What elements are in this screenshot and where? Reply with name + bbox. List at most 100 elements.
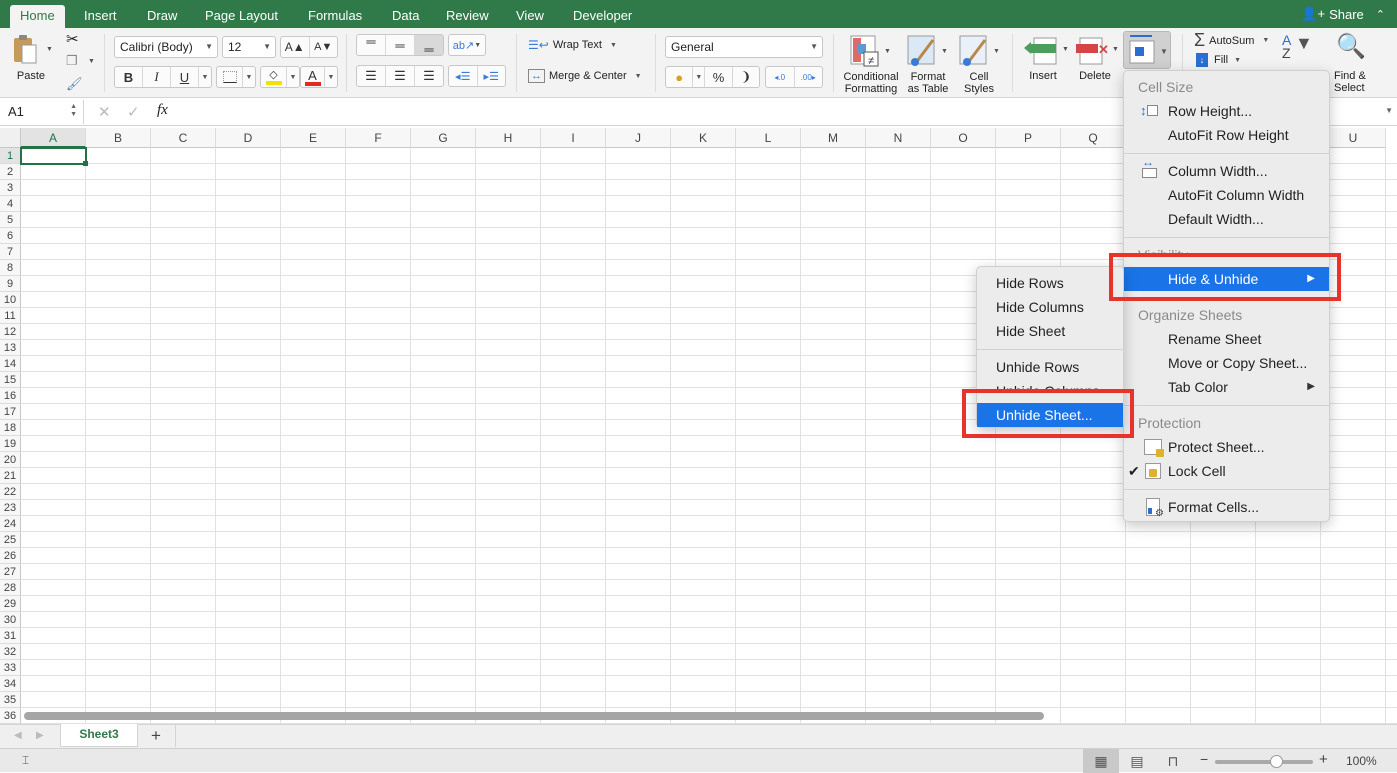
font-name-select[interactable]: Calibri (Body) ▼ xyxy=(114,36,218,58)
format-cells-menu-button[interactable]: ▼ xyxy=(1123,31,1171,69)
row-header-18[interactable]: 18 xyxy=(0,420,21,436)
row-header-21[interactable]: 21 xyxy=(0,468,21,484)
tab-developer[interactable]: Developer xyxy=(563,5,642,28)
shrink-font-button[interactable]: A▼ xyxy=(310,37,338,57)
column-header-a[interactable]: A xyxy=(21,128,86,148)
insert-cells-button[interactable] xyxy=(1022,36,1060,66)
cancel-icon[interactable]: ✕ xyxy=(98,103,111,121)
menu-item-move-copy-sheet[interactable]: Move or Copy Sheet... xyxy=(1124,351,1329,375)
row-header-13[interactable]: 13 xyxy=(0,340,21,356)
align-left-button[interactable]: ☰ xyxy=(357,66,386,86)
row-header-8[interactable]: 8 xyxy=(0,260,21,276)
row-header-33[interactable]: 33 xyxy=(0,660,21,676)
row-header-1[interactable]: 1 xyxy=(0,148,21,164)
menu-item-hide-columns[interactable]: Hide Columns xyxy=(977,295,1123,319)
prev-sheet-icon[interactable]: ◀ xyxy=(14,730,22,741)
sheet-tab-sheet3[interactable]: Sheet3 xyxy=(60,724,138,747)
row-header-6[interactable]: 6 xyxy=(0,228,21,244)
column-header-k[interactable]: K xyxy=(671,128,736,148)
zoom-out-button[interactable]: − xyxy=(1200,751,1208,767)
column-header-d[interactable]: D xyxy=(216,128,281,148)
row-header-11[interactable]: 11 xyxy=(0,308,21,324)
column-header-o[interactable]: O xyxy=(931,128,996,148)
tab-insert[interactable]: Insert xyxy=(74,5,127,28)
normal-view-button[interactable]: ▦ xyxy=(1083,749,1119,773)
row-header-10[interactable]: 10 xyxy=(0,292,21,308)
column-header-e[interactable]: E xyxy=(281,128,346,148)
cut-icon[interactable]: ✂ xyxy=(66,30,79,48)
font-size-select[interactable]: 12 ▼ xyxy=(222,36,276,58)
format-as-table-button[interactable] xyxy=(907,34,939,68)
row-header-17[interactable]: 17 xyxy=(0,404,21,420)
row-header-16[interactable]: 16 xyxy=(0,388,21,404)
decrease-indent-button[interactable]: ◂☰ xyxy=(449,66,478,86)
row-header-28[interactable]: 28 xyxy=(0,580,21,596)
borders-dropdown[interactable]: ▼ xyxy=(243,67,255,87)
tab-view[interactable]: View xyxy=(506,5,554,28)
row-header-4[interactable]: 4 xyxy=(0,196,21,212)
tab-data[interactable]: Data xyxy=(382,5,429,28)
align-right-button[interactable]: ☰ xyxy=(415,66,443,86)
row-header-26[interactable]: 26 xyxy=(0,548,21,564)
column-header-j[interactable]: J xyxy=(606,128,671,148)
cell-styles-button[interactable] xyxy=(959,34,991,68)
row-header-30[interactable]: 30 xyxy=(0,612,21,628)
horizontal-scrollbar[interactable] xyxy=(24,712,1044,720)
row-header-9[interactable]: 9 xyxy=(0,276,21,292)
increase-decimal-button[interactable]: ◂.0 xyxy=(766,67,795,87)
column-header-u[interactable]: U xyxy=(1321,128,1386,148)
menu-item-row-height[interactable]: ↕ Row Height... xyxy=(1124,99,1329,123)
sort-filter-button[interactable]: A Z ▼ xyxy=(1282,33,1313,60)
merge-center-button[interactable]: ↔ Merge & Center ▼ xyxy=(528,69,642,83)
font-color-button[interactable]: A xyxy=(301,67,325,87)
fill-color-button[interactable]: ◇ xyxy=(261,67,287,87)
accounting-dropdown[interactable]: ▼ xyxy=(693,67,706,87)
conditional-formatting-button[interactable]: ≠ xyxy=(850,34,882,68)
row-header-7[interactable]: 7 xyxy=(0,244,21,260)
copy-icon[interactable]: ❐ xyxy=(66,53,78,69)
next-sheet-icon[interactable]: ▶ xyxy=(36,730,44,741)
row-header-22[interactable]: 22 xyxy=(0,484,21,500)
column-header-g[interactable]: G xyxy=(411,128,476,148)
percent-style-button[interactable]: % xyxy=(705,67,733,87)
insert-function-button[interactable]: fx xyxy=(157,102,168,119)
copy-dropdown-icon[interactable]: ▼ xyxy=(88,58,95,65)
align-center-button[interactable]: ☰ xyxy=(386,66,415,86)
tab-home[interactable]: Home xyxy=(10,5,65,28)
column-header-f[interactable]: F xyxy=(346,128,411,148)
expand-formula-bar-icon[interactable]: ▼ xyxy=(1385,106,1393,115)
menu-item-tab-color[interactable]: Tab Color ▶ xyxy=(1124,375,1329,399)
column-header-q[interactable]: Q xyxy=(1061,128,1126,148)
page-break-view-button[interactable]: ⊓ xyxy=(1155,749,1191,773)
column-header-c[interactable]: C xyxy=(151,128,216,148)
column-header-l[interactable]: L xyxy=(736,128,801,148)
menu-item-format-cells[interactable]: ⚙ Format Cells... xyxy=(1124,495,1329,519)
tab-formulas[interactable]: Formulas xyxy=(298,5,372,28)
menu-item-column-width[interactable]: ↔ Column Width... xyxy=(1124,156,1329,183)
row-header-12[interactable]: 12 xyxy=(0,324,21,340)
paste-button[interactable] xyxy=(12,34,40,66)
macro-record-icon[interactable]: ⌶ xyxy=(22,753,29,768)
grow-font-button[interactable]: A▲ xyxy=(281,37,310,57)
menu-item-protect-sheet[interactable]: Protect Sheet... xyxy=(1124,435,1329,459)
column-header-h[interactable]: H xyxy=(476,128,541,148)
select-all-button[interactable] xyxy=(0,128,21,148)
align-top-button[interactable]: ═ xyxy=(357,34,386,55)
share-button[interactable]: 👤+ Share ⌃ xyxy=(1301,6,1385,22)
row-header-3[interactable]: 3 xyxy=(0,180,21,196)
paste-dropdown-icon[interactable]: ▼ xyxy=(46,46,53,53)
tab-page-layout[interactable]: Page Layout xyxy=(195,5,288,28)
row-header-27[interactable]: 27 xyxy=(0,564,21,580)
menu-item-rename-sheet[interactable]: Rename Sheet xyxy=(1124,327,1329,351)
underline-button[interactable]: U xyxy=(171,67,199,87)
align-middle-button[interactable]: ═ xyxy=(386,35,415,55)
menu-item-hide-rows[interactable]: Hide Rows xyxy=(977,271,1123,295)
name-box[interactable]: A1 ▲ ▼ xyxy=(0,100,84,124)
row-header-14[interactable]: 14 xyxy=(0,356,21,372)
number-format-select[interactable]: General ▼ xyxy=(665,36,823,58)
italic-button[interactable]: I xyxy=(143,67,171,87)
row-header-23[interactable]: 23 xyxy=(0,500,21,516)
orientation-button[interactable]: ab↗ ▼ xyxy=(449,35,485,55)
column-header-n[interactable]: N xyxy=(866,128,931,148)
column-header-m[interactable]: M xyxy=(801,128,866,148)
